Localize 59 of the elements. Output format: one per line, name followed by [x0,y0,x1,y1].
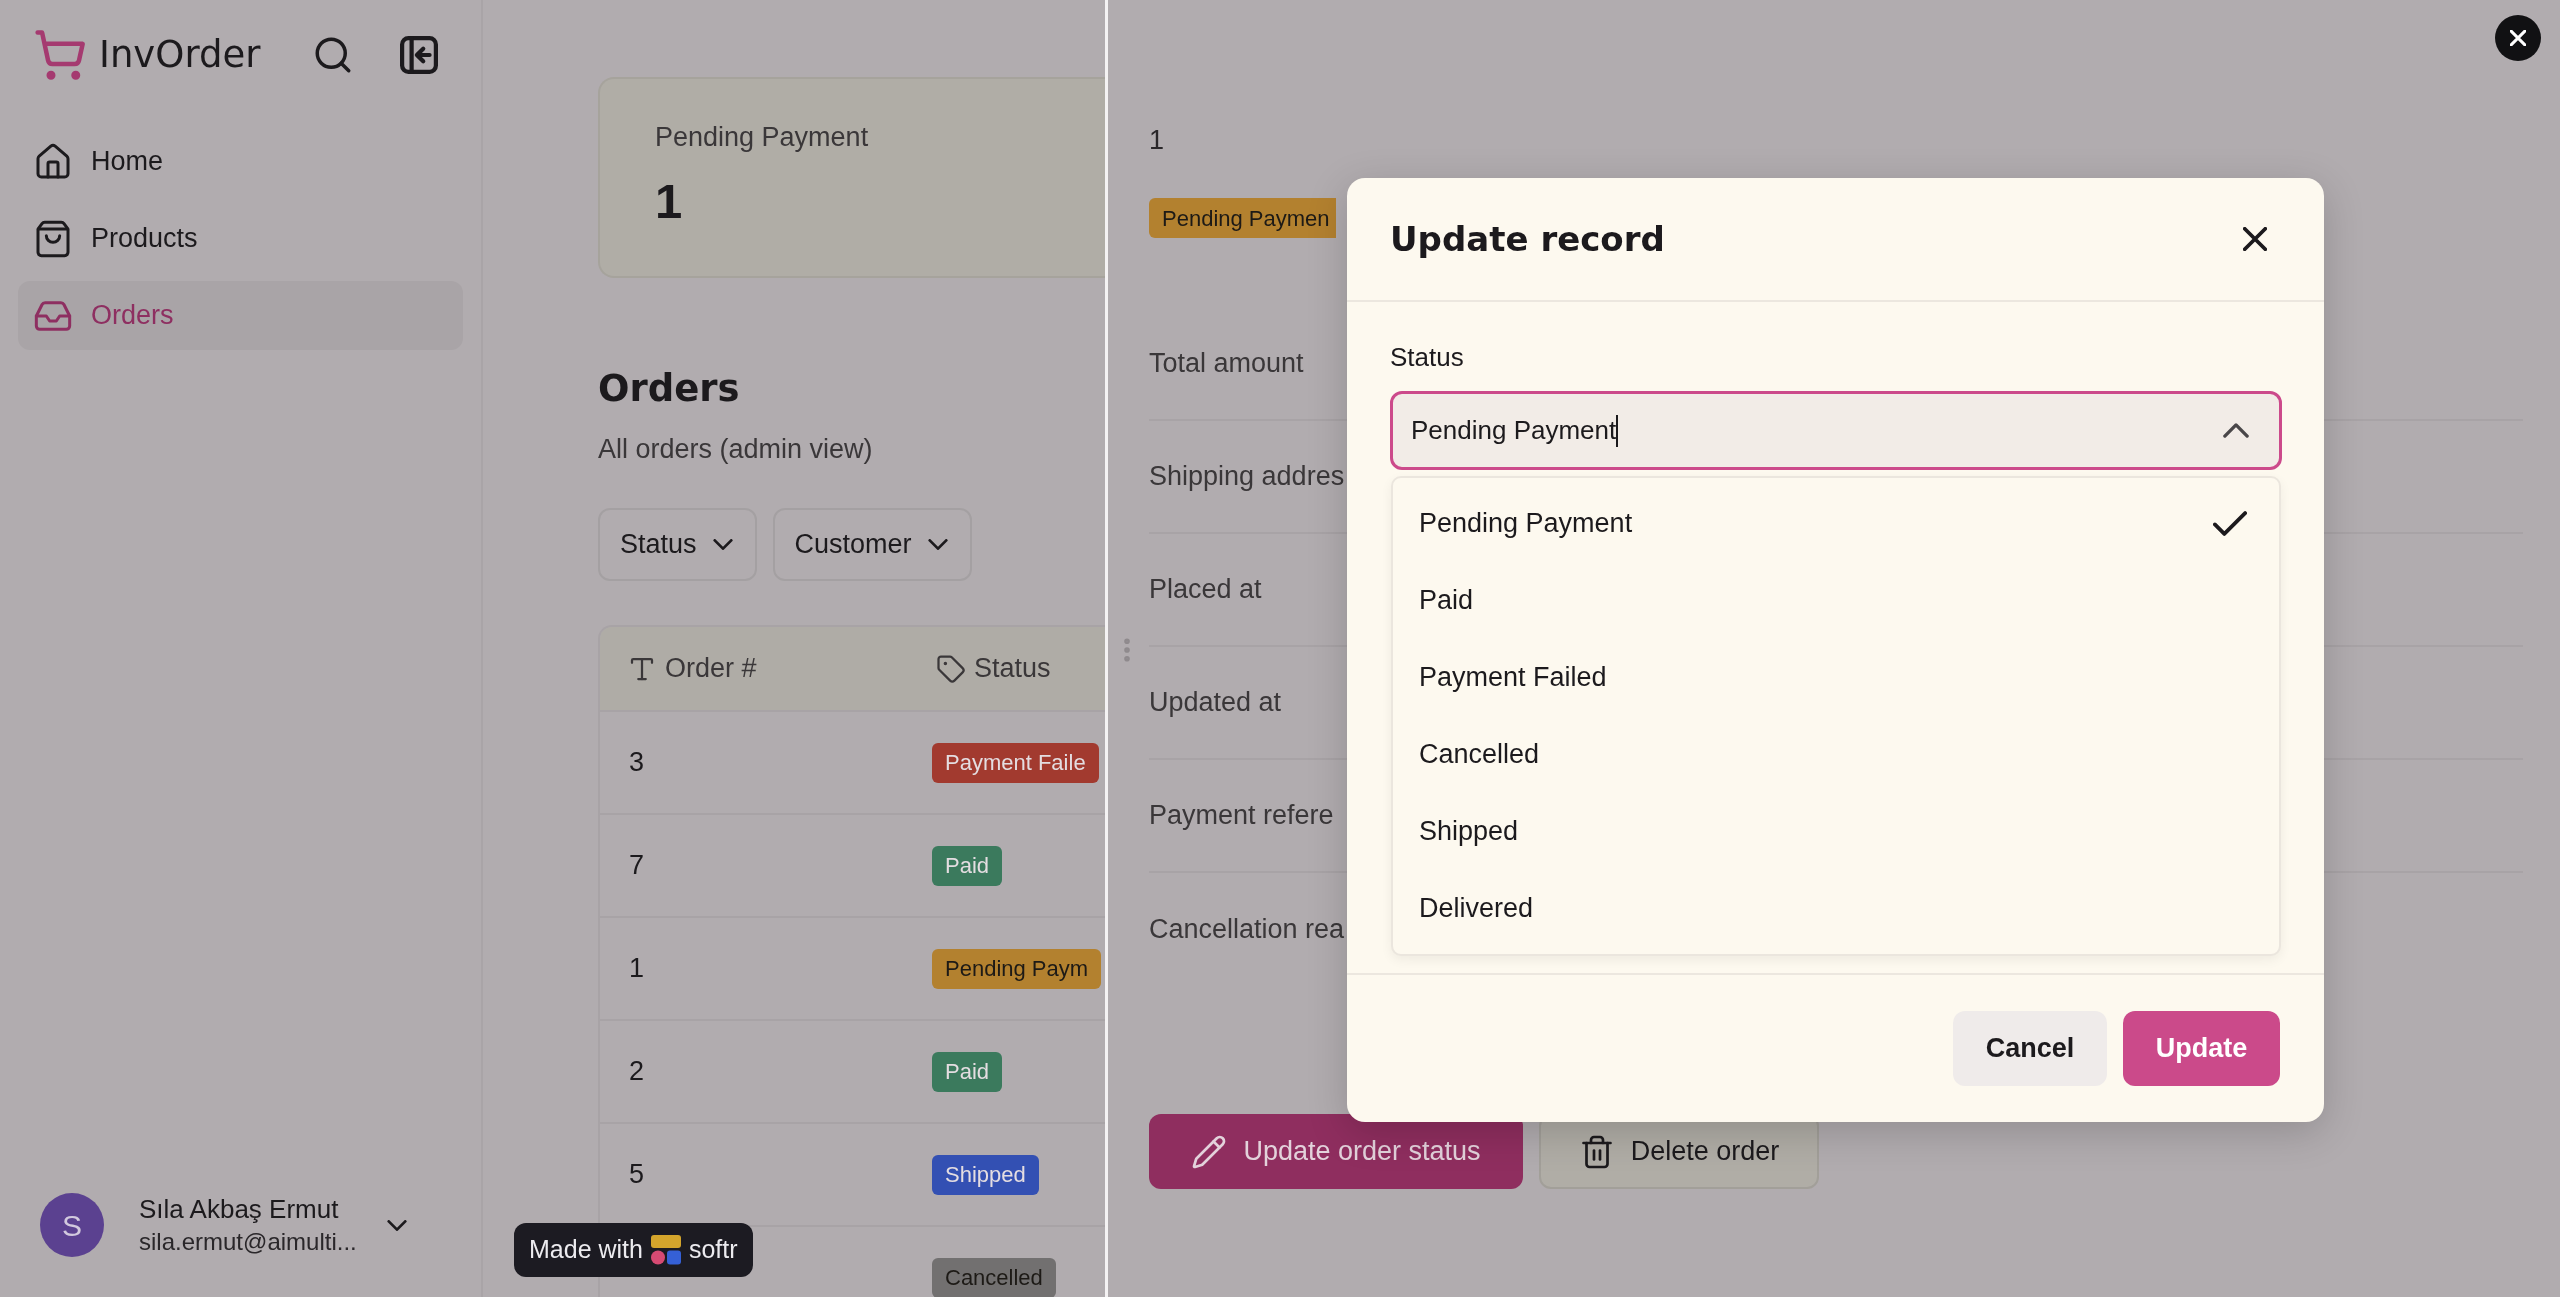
column-header[interactable]: Order # [665,648,757,689]
option-item[interactable]: Payment Failed [1393,639,2279,716]
status-tag: Cancelled [932,1257,1056,1297]
collapse-sidebar-icon[interactable] [400,36,439,74]
filter-dropdown[interactable]: Customer [772,508,972,581]
field-label: Cancellation rea [1149,913,1345,947]
option-item[interactable]: Shipped [1393,793,2279,870]
field-label: Total amount [1149,347,1304,381]
option-item[interactable]: Pending Payment [1393,485,2279,562]
order-number-cell: 5 [629,1159,645,1190]
option-item[interactable]: Cancelled [1393,716,2279,793]
status-tag: Pending Paymen [1149,198,1336,238]
column-header[interactable]: Status [974,648,1051,689]
chevron-down-icon [712,539,733,550]
close-icon [2510,30,2526,46]
filter-dropdown[interactable]: Status [598,508,757,581]
status-tag: Pending Paym [932,948,1102,989]
logo-icon [650,1235,681,1265]
user-avatar[interactable]: S [40,1193,104,1257]
order-number-cell: 3 [629,747,645,778]
dialog-button[interactable]: Cancel [1953,1011,2107,1086]
option-item[interactable]: Paid [1393,562,2279,639]
option-item[interactable]: Delivered [1393,870,2279,947]
field-label: Placed at [1149,573,1262,607]
field-label: Updated at [1149,686,1282,720]
status-select[interactable]: Pending Payment [1390,391,2282,470]
field-label: Payment refere [1149,799,1334,833]
status-tag: Payment Faile [932,742,1099,783]
dialog-button[interactable]: Update [2123,1011,2280,1086]
status-tag: Paid [932,1051,1003,1092]
order-number-cell: 2 [629,1056,645,1087]
stat-label: Pending Payment [655,121,870,153]
chevron-down-icon[interactable] [386,1219,407,1231]
tag-icon [936,653,966,684]
field-label: Status [1390,342,1465,372]
cart-icon [33,28,87,82]
close-button[interactable] [2495,15,2541,61]
close-icon[interactable] [2243,227,2267,251]
status-tag: Shipped [932,1154,1039,1195]
order-number: 1 [1149,124,1166,156]
page-subtitle: All orders (admin view) [598,433,874,465]
nav-item[interactable]: Home [18,127,463,196]
made-with-link[interactable]: Made with softr [514,1223,753,1277]
pencil-icon [1191,1133,1228,1170]
page-title: Orders [598,367,741,411]
user-name: Sıla Akbaş Ermut [139,1193,340,1226]
chevron-up-icon [2223,423,2249,438]
stat-value: 1 [655,175,684,227]
field-label: Shipping addres [1149,460,1345,494]
order-number-cell: 7 [629,850,645,881]
nav-item[interactable]: Products [18,204,463,273]
status-tag: Paid [932,845,1003,886]
app-name: InvOrder [99,33,261,77]
chevron-down-icon [927,539,948,550]
action-button[interactable]: Update order status [1149,1114,1523,1189]
text-cursor-icon [1616,414,1619,447]
dialog-title: Update record [1390,217,1665,261]
order-number-cell: 1 [629,953,645,984]
user-email: sila.ermut@aimulti... [139,1227,357,1257]
